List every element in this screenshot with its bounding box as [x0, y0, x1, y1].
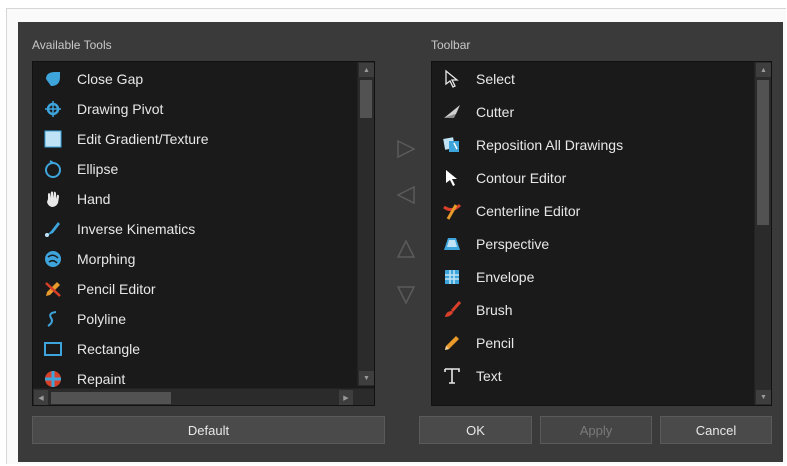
- list-item-rectangle[interactable]: Rectangle: [33, 334, 140, 364]
- available-tools-list[interactable]: Close Gap Drawing Pivot Edit Gradient/Te…: [32, 61, 375, 406]
- polyline-icon: [42, 308, 64, 330]
- list-item-label: Ellipse: [77, 161, 119, 177]
- apply-button[interactable]: Apply: [540, 416, 652, 444]
- list-item-select[interactable]: Select: [432, 64, 515, 94]
- centerline-editor-icon: [441, 200, 463, 222]
- reposition-all-drawings-icon: [441, 134, 463, 156]
- list-item-polyline[interactable]: Polyline: [33, 304, 126, 334]
- toolbar-manager-dialog: Available Tools Toolbar Close Gap Drawin…: [18, 22, 783, 462]
- hand-icon: [42, 188, 64, 210]
- list-item-pencil-editor[interactable]: Pencil Editor: [33, 274, 156, 304]
- list-item-centerline-editor[interactable]: Centerline Editor: [432, 196, 580, 226]
- toolbar-list[interactable]: Select Cutter Reposition All Drawings Co…: [431, 61, 772, 406]
- list-item-label: Repaint: [77, 371, 126, 387]
- edit-gradient-texture-icon: [42, 128, 64, 150]
- cutter-icon: [441, 101, 463, 123]
- list-item-envelope[interactable]: Envelope: [432, 262, 534, 292]
- list-item-label: Edit Gradient/Texture: [77, 131, 209, 147]
- list-item-close-gap[interactable]: Close Gap: [33, 64, 143, 94]
- scroll-up-arrow-icon[interactable]: ▲: [756, 63, 771, 77]
- scroll-down-arrow-icon[interactable]: ▼: [359, 371, 374, 385]
- list-item-text[interactable]: Text: [432, 361, 502, 391]
- inverse-kinematics-icon: [42, 218, 64, 240]
- available-tools-label: Available Tools: [32, 38, 112, 52]
- list-item-edit-gradient-texture[interactable]: Edit Gradient/Texture: [33, 124, 209, 154]
- list-item-label: Cutter: [476, 104, 515, 120]
- pencil-editor-icon: [42, 278, 64, 300]
- perspective-icon: [441, 233, 463, 255]
- list-item-label: Perspective: [476, 236, 550, 252]
- list-item-label: Select: [476, 71, 515, 87]
- available-tools-vertical-scrollbar[interactable]: ▲ ▼: [357, 62, 374, 386]
- ok-button[interactable]: OK: [419, 416, 532, 444]
- list-item-label: Rectangle: [77, 341, 141, 357]
- morphing-icon: [42, 248, 64, 270]
- list-item-label: Text: [476, 368, 502, 384]
- arrow-up-icon: [396, 239, 416, 258]
- contour-editor-icon: [441, 167, 463, 189]
- list-item-drawing-pivot[interactable]: Drawing Pivot: [33, 94, 163, 124]
- arrow-right-icon: [397, 139, 416, 159]
- arrow-down-icon: [396, 286, 416, 305]
- available-tools-horizontal-scrollbar[interactable]: ◀ ▶: [33, 388, 374, 405]
- move-up-button[interactable]: [395, 238, 417, 260]
- scroll-right-arrow-icon[interactable]: ▶: [339, 390, 353, 405]
- repaint-icon: [42, 368, 64, 390]
- cancel-button[interactable]: Cancel: [660, 416, 772, 444]
- toolbar-label: Toolbar: [431, 38, 471, 52]
- scroll-thumb[interactable]: [757, 80, 769, 225]
- list-item-morphing[interactable]: Morphing: [33, 244, 135, 274]
- list-item-perspective[interactable]: Perspective: [432, 229, 549, 259]
- pencil-icon: [441, 332, 463, 354]
- list-item-label: Close Gap: [77, 71, 144, 87]
- list-item-label: Pencil: [476, 335, 515, 351]
- select-arrow-icon: [441, 68, 463, 90]
- scroll-down-arrow-icon[interactable]: ▼: [756, 390, 771, 404]
- remove-from-toolbar-button[interactable]: [395, 184, 417, 206]
- list-item-brush[interactable]: Brush: [432, 295, 513, 325]
- list-item-label: Morphing: [77, 251, 136, 267]
- list-item-label: Polyline: [77, 311, 127, 327]
- brush-icon: [441, 299, 463, 321]
- list-item-label: Reposition All Drawings: [476, 137, 624, 153]
- arrow-left-icon: [396, 185, 415, 205]
- list-item-label: Envelope: [476, 269, 535, 285]
- ellipse-icon: [42, 158, 64, 180]
- envelope-icon: [441, 266, 463, 288]
- list-item-label: Drawing Pivot: [77, 101, 164, 117]
- list-item-label: Centerline Editor: [476, 203, 581, 219]
- scroll-thumb[interactable]: [51, 392, 171, 404]
- text-icon: [441, 365, 463, 387]
- close-gap-icon: [42, 68, 64, 90]
- list-item-ellipse[interactable]: Ellipse: [33, 154, 118, 184]
- list-item-label: Hand: [77, 191, 111, 207]
- drawing-pivot-icon: [42, 98, 64, 120]
- move-down-button[interactable]: [395, 284, 417, 306]
- scroll-thumb[interactable]: [360, 80, 372, 118]
- list-item-hand[interactable]: Hand: [33, 184, 110, 214]
- add-to-toolbar-button[interactable]: [395, 138, 417, 160]
- list-item-pencil[interactable]: Pencil: [432, 328, 514, 358]
- list-item-label: Pencil Editor: [77, 281, 156, 297]
- list-item-contour-editor[interactable]: Contour Editor: [432, 163, 566, 193]
- list-item-label: Brush: [476, 302, 513, 318]
- list-item-cutter[interactable]: Cutter: [432, 97, 514, 127]
- default-button[interactable]: Default: [32, 416, 385, 444]
- rectangle-icon: [42, 338, 64, 360]
- list-item-label: Contour Editor: [476, 170, 567, 186]
- list-item-label: Inverse Kinematics: [77, 221, 196, 237]
- scroll-left-arrow-icon[interactable]: ◀: [34, 390, 48, 405]
- list-item-inverse-kinematics[interactable]: Inverse Kinematics: [33, 214, 195, 244]
- toolbar-vertical-scrollbar[interactable]: ▲ ▼: [754, 62, 771, 405]
- scroll-up-arrow-icon[interactable]: ▲: [359, 63, 374, 77]
- list-item-reposition-all-drawings[interactable]: Reposition All Drawings: [432, 130, 623, 160]
